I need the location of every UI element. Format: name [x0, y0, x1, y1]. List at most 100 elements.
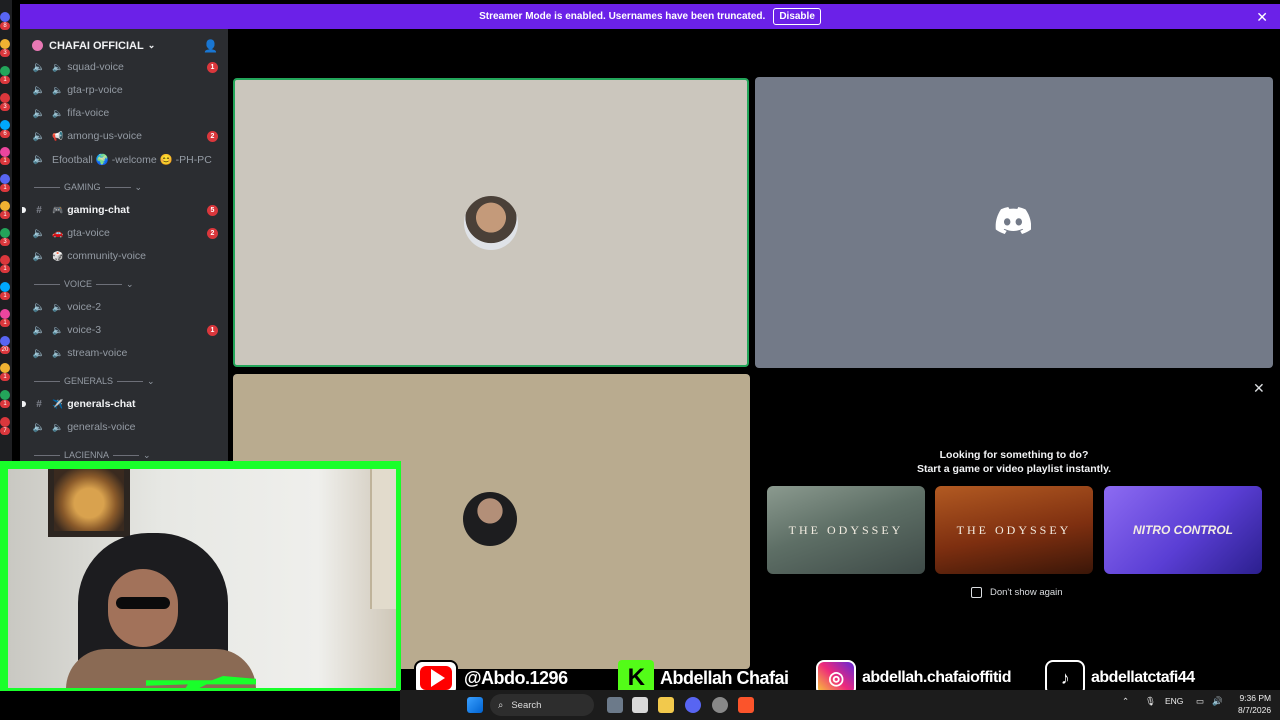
server-icon[interactable] [0, 12, 10, 22]
channel-voice[interactable]: 🔈 🔈 fifa-voice [28, 103, 224, 123]
speaker-icon: 🔈 [32, 153, 46, 165]
server-icon[interactable] [0, 120, 10, 130]
server-icon[interactable] [0, 363, 10, 373]
notification-badge: 1 [0, 400, 10, 408]
language-indicator[interactable]: ENG [1165, 696, 1183, 706]
activity-card[interactable]: THE ODYSSEY [767, 486, 925, 574]
category-header[interactable]: GAMING ⌄ [30, 180, 220, 194]
avatar [464, 196, 518, 250]
channel-emoji: 🎲 [52, 250, 64, 261]
activity-card[interactable]: NITRO CONTROL [1104, 486, 1262, 574]
taskbar-search[interactable]: ⌕ Search [490, 694, 594, 716]
server-icon[interactable] [0, 255, 10, 265]
channel-text[interactable]: # 🎮 gaming-chat 5 [22, 200, 224, 220]
channel-voice[interactable]: 🔈 🔈 stream-voice [28, 343, 224, 363]
chevron-up-icon[interactable]: ⌃ [1122, 696, 1129, 707]
app-icon[interactable] [712, 697, 728, 713]
category-name: GENERALS [64, 376, 114, 386]
server-icon[interactable] [0, 228, 10, 238]
speaker-icon: 🔈 [32, 421, 46, 433]
notification-badge: 3 [0, 103, 10, 111]
search-label: Search [511, 699, 542, 711]
server-icon[interactable] [0, 174, 10, 184]
search-icon: ⌕ [498, 699, 504, 711]
channel-emoji: 🔈 [52, 421, 64, 432]
streamer-mode-banner: Streamer Mode is enabled. Usernames have… [20, 4, 1280, 29]
notification-badge: 1 [0, 292, 10, 300]
dont-show-again-checkbox[interactable]: Don't show again [971, 587, 1063, 598]
server-icon[interactable] [0, 93, 10, 103]
taskbar: ⌕ Search ⌃ 🎙 ENG ▭ 🔊 9:36 PM 8/7/2026 [400, 690, 1280, 720]
windows-start-icon[interactable] [467, 697, 483, 713]
chevron-down-icon: ⌄ [134, 181, 143, 192]
category-header[interactable]: VOICE ⌄ [30, 277, 220, 291]
activity-prompt: Looking for something to do? Start a gam… [880, 448, 1148, 476]
channel-voice[interactable]: 🔈 🔈 generals-voice [28, 417, 224, 437]
notification-badge: 1 [0, 373, 10, 381]
channel-voice[interactable]: 🔈 🚗 gta-voice 2 [28, 223, 224, 243]
mention-badge: 2 [207, 130, 218, 142]
file-explorer-icon[interactable] [658, 697, 674, 713]
channel-name: fifa-voice [67, 107, 110, 119]
mention-badge: 2 [207, 227, 218, 239]
channel-emoji: 🔈 [52, 84, 64, 95]
close-icon[interactable]: ✕ [1256, 9, 1268, 26]
invite-people-icon[interactable]: 👤 [203, 39, 218, 53]
category-header[interactable]: LACIENNA ⌄ [30, 448, 220, 462]
server-icon[interactable] [0, 336, 10, 346]
channel-voice[interactable]: 🔈 🎲 community-voice [28, 246, 224, 266]
speaker-icon: 🔈 [32, 84, 46, 96]
notification-badge: 1 [0, 157, 10, 165]
close-activity-icon[interactable]: ✕ [1253, 380, 1265, 397]
server-icon[interactable] [0, 201, 10, 211]
volume-icon[interactable]: 🔊 [1212, 696, 1223, 707]
task-view-icon[interactable] [607, 697, 623, 713]
channel-voice[interactable]: 🔈 📢 among-us-voice 2 [28, 126, 224, 146]
clock[interactable]: 9:36 PM 8/7/2026 [1238, 692, 1271, 716]
notification-badge: 1 [0, 211, 10, 219]
channel-voice[interactable]: 🔈 🔈 squad-voice 1 [28, 57, 224, 77]
channel-voice[interactable]: 🔈 Efootball 🌍 -welcome 😊 -PH-PC [28, 149, 224, 169]
notification-badge: 6 [0, 130, 10, 138]
speaker-icon: 🔈 [32, 347, 46, 359]
channel-emoji: 🔈 [52, 301, 64, 312]
channel-name: gta-voice [67, 227, 110, 239]
category-name: VOICE [64, 279, 93, 289]
channel-voice[interactable]: 🔈 🔈 gta-rp-voice [28, 80, 224, 100]
server-name: CHAFAI OFFICIAL [49, 39, 144, 52]
speaker-icon: 🔈 [32, 61, 46, 73]
channel-voice[interactable]: 🔈 🔈 voice-2 [28, 297, 224, 317]
category-name: GAMING [64, 182, 101, 192]
server-icon[interactable] [0, 39, 10, 49]
activity-card[interactable]: THE ODYSSEY [935, 486, 1093, 574]
unread-indicator [22, 401, 26, 407]
kick-label: Abdellah Chafai [660, 667, 789, 688]
server-icon[interactable] [0, 66, 10, 76]
brave-browser-icon[interactable] [738, 697, 754, 713]
video-tile[interactable] [755, 77, 1273, 368]
microphone-icon[interactable]: 🎙 [1145, 696, 1156, 707]
channel-text[interactable]: # ✈️ generals-chat [22, 394, 224, 414]
server-icon[interactable] [0, 390, 10, 400]
discord-icon[interactable] [685, 697, 701, 713]
file-icon[interactable] [632, 697, 648, 713]
channel-name: stream-voice [67, 347, 128, 359]
channel-name: gta-rp-voice [67, 84, 123, 96]
server-icon[interactable] [0, 309, 10, 319]
webcam-feed [8, 469, 396, 688]
disable-button[interactable]: Disable [773, 8, 821, 25]
channel-emoji: 🎮 [52, 204, 64, 215]
chevron-down-icon: ⌄ [147, 375, 155, 386]
category-header[interactable]: GENERALS ⌄ [30, 374, 220, 388]
activity-title-line2: Start a game or video playlist instantly… [916, 463, 1112, 475]
speaker-icon: 🔈 [32, 324, 46, 336]
video-tile-speaking[interactable] [233, 78, 749, 367]
server-icon[interactable] [0, 147, 10, 157]
channel-emoji: 🚗 [52, 227, 64, 238]
network-icon[interactable]: ▭ [1196, 696, 1204, 707]
server-icon[interactable] [0, 282, 10, 292]
server-icon[interactable] [0, 417, 10, 427]
channel-name: community-voice [67, 250, 146, 262]
channel-emoji: 📢 [52, 130, 64, 141]
channel-voice[interactable]: 🔈 🔈 voice-3 1 [28, 320, 224, 340]
